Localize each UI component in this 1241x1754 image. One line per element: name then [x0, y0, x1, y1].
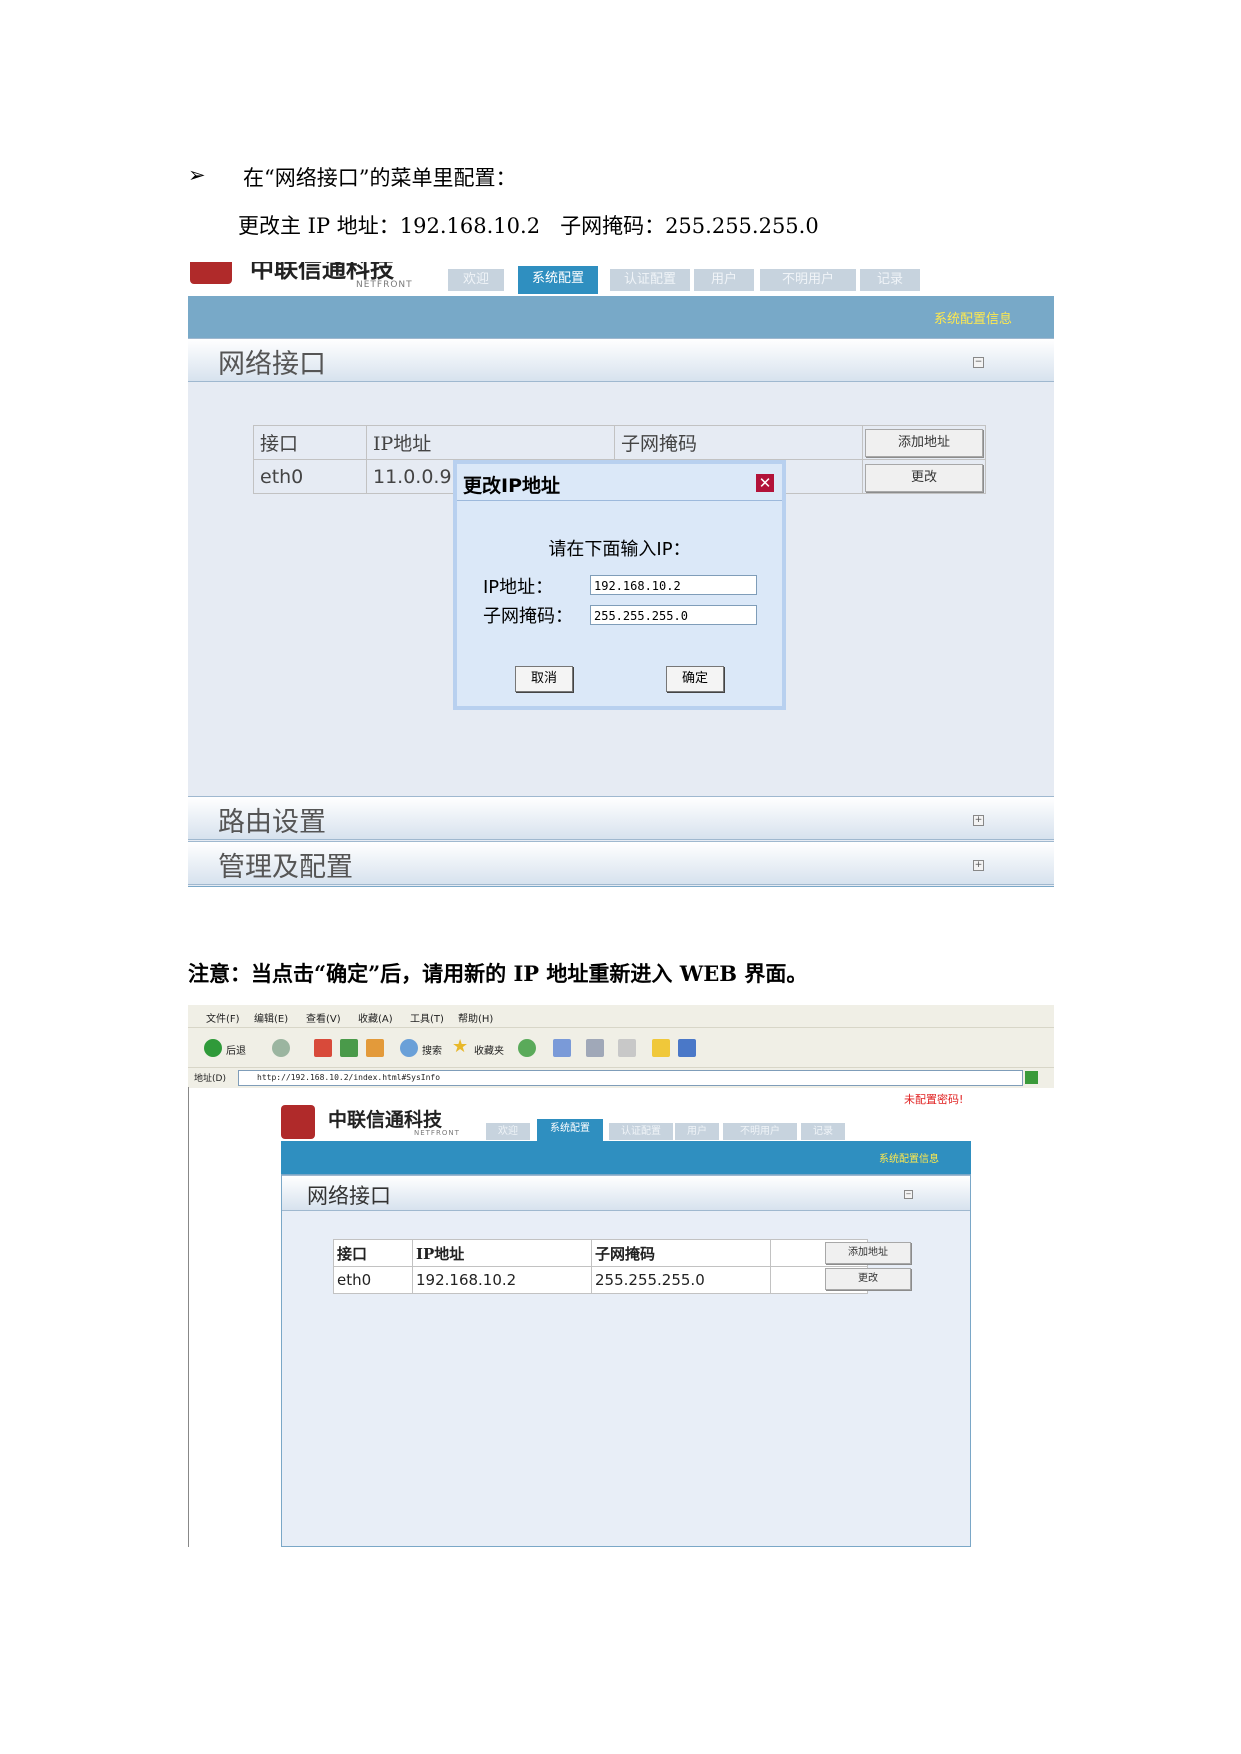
app-header: 中联信通科技 NETFRONT 欢迎 系统配置 认证配置 用户 不明用户 记录 — [188, 262, 1054, 296]
dialog-titlebar: 更改IP地址 ✕ — [457, 464, 782, 501]
system-config-info-link[interactable]: 系统配置信息 — [934, 308, 1012, 327]
col-mask: 子网掩码 — [591, 1239, 771, 1267]
col-interface: 接口 — [333, 1239, 413, 1267]
cell-ip: 192.168.10.2 — [412, 1266, 592, 1294]
section-network-interface[interactable]: 网络接口 − — [188, 338, 1054, 382]
instruction-line-1: 在“网络接口”的菜单里配置： — [243, 166, 517, 190]
back-label[interactable]: 后退 — [226, 1042, 246, 1057]
messenger-icon[interactable] — [678, 1039, 696, 1057]
sub-header-bar: 系统配置信息 — [188, 296, 1054, 338]
sub-header-bar: 系统配置信息 — [281, 1141, 971, 1174]
section-title: 网络接口 — [307, 1184, 391, 1208]
collapse-icon[interactable]: − — [904, 1190, 913, 1199]
tab-users[interactable]: 用户 — [675, 1123, 719, 1140]
col-ip: IP地址 — [412, 1239, 592, 1267]
search-icon[interactable] — [400, 1039, 418, 1057]
tab-logs[interactable]: 记录 — [860, 269, 920, 291]
brand-name: 中联信通科技 — [328, 1109, 443, 1131]
menu-edit[interactable]: 编辑(E) — [254, 1010, 288, 1025]
tab-unknown-users[interactable]: 不明用户 — [723, 1123, 797, 1140]
mask-label: 子网掩码： — [483, 606, 573, 627]
stop-icon[interactable] — [314, 1039, 332, 1057]
back-icon[interactable] — [204, 1039, 222, 1057]
favorites-label[interactable]: 收藏夹 — [474, 1042, 504, 1057]
tab-unknown-users[interactable]: 不明用户 — [760, 269, 856, 291]
menu-tools[interactable]: 工具(T) — [410, 1010, 444, 1025]
print-icon[interactable] — [586, 1039, 604, 1057]
screenshot-browser: 文件(F) 编辑(E) 查看(V) 收藏(A) 工具(T) 帮助(H) 后退 搜… — [188, 1005, 1054, 1547]
menu-help[interactable]: 帮助(H) — [458, 1010, 493, 1025]
section-routing[interactable]: 路由设置 + — [188, 796, 1054, 840]
dialog-title: 更改IP地址 — [463, 475, 560, 497]
screenshot-change-ip: 中联信通科技 NETFRONT 欢迎 系统配置 认证配置 用户 不明用户 记录 … — [188, 262, 1054, 887]
brand-subtitle: NETFRONT — [356, 280, 413, 290]
tab-auth-config[interactable]: 认证配置 — [610, 269, 690, 291]
cell-interface: eth0 — [253, 459, 367, 494]
section-title: 路由设置 — [218, 807, 326, 838]
home-icon[interactable] — [366, 1039, 384, 1057]
tab-welcome[interactable]: 欢迎 — [486, 1123, 530, 1140]
col-mask: 子网掩码 — [614, 425, 863, 460]
ok-button[interactable]: 确定 — [666, 666, 724, 692]
col-ip: IP地址 — [366, 425, 615, 460]
interface-table: 接口 IP地址 子网掩码 eth0 192.168.10.2 255.255.2… — [333, 1239, 868, 1294]
ip-input[interactable]: 192.168.10.2 — [590, 575, 757, 595]
change-ip-dialog: 更改IP地址 ✕ 请在下面输入IP： IP地址： 192.168.10.2 子网… — [453, 460, 786, 710]
warning-text: 未配置密码! — [904, 1093, 964, 1106]
section-title: 网络接口 — [218, 349, 326, 380]
table-header-row: 接口 IP地址 子网掩码 — [333, 1239, 868, 1267]
brand-subtitle: NETFRONT — [414, 1129, 460, 1137]
notes-icon[interactable] — [652, 1039, 670, 1057]
menu-view[interactable]: 查看(V) — [306, 1010, 341, 1025]
section-network-interface[interactable]: 网络接口 − — [282, 1175, 970, 1211]
history-icon[interactable] — [518, 1039, 536, 1057]
cell-interface: eth0 — [333, 1266, 413, 1294]
cell-mask: 255.255.255.0 — [591, 1266, 771, 1294]
tab-auth-config[interactable]: 认证配置 — [609, 1123, 673, 1140]
logo-icon — [190, 262, 232, 284]
go-icon[interactable] — [1025, 1071, 1038, 1084]
address-label: 地址(D) — [194, 1074, 226, 1084]
refresh-icon[interactable] — [340, 1039, 358, 1057]
window-border — [188, 1087, 189, 1547]
change-button[interactable]: 更改 — [865, 464, 983, 492]
dialog-prompt: 请在下面输入IP： — [548, 539, 691, 560]
forward-icon[interactable] — [272, 1039, 290, 1057]
tab-system-config[interactable]: 系统配置 — [537, 1119, 603, 1141]
address-bar: 地址(D) http://192.168.10.2/index.html#Sys… — [188, 1067, 1054, 1088]
mask-input[interactable]: 255.255.255.0 — [590, 605, 757, 625]
url-field[interactable]: http://192.168.10.2/index.html#SysInfo — [238, 1070, 1023, 1086]
change-button[interactable]: 更改 — [825, 1268, 911, 1290]
section-admin[interactable]: 管理及配置 + — [188, 841, 1054, 885]
add-address-button[interactable]: 添加地址 — [865, 429, 983, 457]
instruction-line-2: 更改主 IP 地址：192.168.10.2 子网掩码：255.255.255.… — [238, 214, 819, 238]
note-text: 注意：当点击“确定”后，请用新的 IP 地址重新进入 WEB 界面。 — [188, 961, 808, 986]
browser-toolbar: 后退 搜索 ★ 收藏夹 — [188, 1027, 1054, 1068]
cancel-button[interactable]: 取消 — [515, 666, 573, 692]
favorites-star-icon[interactable]: ★ — [452, 1036, 468, 1057]
menu-bar: 文件(F) 编辑(E) 查看(V) 收藏(A) 工具(T) 帮助(H) — [188, 1005, 1054, 1027]
section-title: 管理及配置 — [218, 852, 353, 883]
add-address-button[interactable]: 添加地址 — [825, 1242, 911, 1264]
bullet-marker: ➢ — [188, 163, 206, 187]
edit-icon[interactable] — [618, 1039, 636, 1057]
menu-file[interactable]: 文件(F) — [206, 1010, 240, 1025]
tab-system-config[interactable]: 系统配置 — [518, 266, 598, 294]
tab-logs[interactable]: 记录 — [801, 1123, 845, 1140]
ip-label: IP地址： — [483, 577, 554, 598]
logo-icon — [281, 1105, 315, 1139]
content-panel: 网络接口 − 接口 IP地址 子网掩码 eth0 192.168.10.2 25… — [281, 1174, 971, 1547]
table-row: eth0 192.168.10.2 255.255.255.0 — [333, 1266, 868, 1294]
expand-icon[interactable]: + — [973, 815, 984, 826]
menu-favorites[interactable]: 收藏(A) — [358, 1010, 393, 1025]
expand-icon[interactable]: + — [973, 860, 984, 871]
collapse-icon[interactable]: − — [973, 357, 984, 368]
tab-users[interactable]: 用户 — [694, 269, 754, 291]
system-config-info-link[interactable]: 系统配置信息 — [879, 1150, 939, 1165]
close-icon[interactable]: ✕ — [756, 474, 774, 492]
search-label[interactable]: 搜索 — [422, 1042, 442, 1057]
tab-welcome[interactable]: 欢迎 — [448, 269, 504, 291]
mail-icon[interactable] — [553, 1039, 571, 1057]
col-interface: 接口 — [253, 425, 367, 460]
